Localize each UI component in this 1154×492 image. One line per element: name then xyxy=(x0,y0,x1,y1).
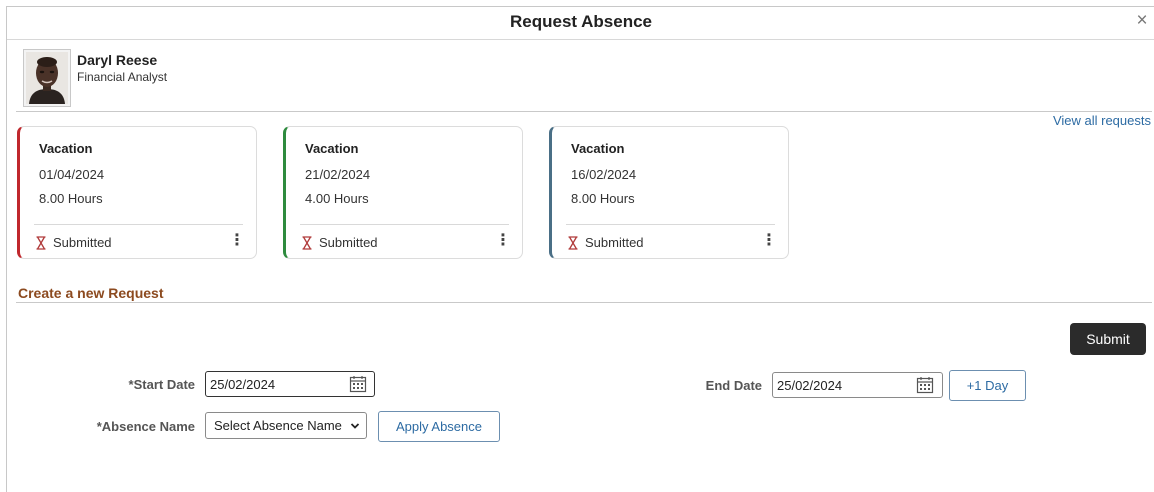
request-type: Vacation xyxy=(571,141,625,156)
calendar-icon[interactable] xyxy=(916,376,934,394)
request-card[interactable]: Vacation 01/04/2024 8.00 Hours Submitted… xyxy=(17,126,257,259)
avatar xyxy=(23,49,71,107)
calendar-icon[interactable] xyxy=(349,375,367,393)
employee-job-title: Financial Analyst xyxy=(77,70,168,84)
apply-absence-button[interactable]: Apply Absence xyxy=(378,411,500,442)
more-options-icon[interactable]: ⋮ xyxy=(495,233,511,251)
request-card[interactable]: Vacation 21/02/2024 4.00 Hours Submitted… xyxy=(283,126,523,259)
close-icon[interactable]: × xyxy=(1133,11,1151,31)
request-hours: 8.00 Hours xyxy=(571,191,635,206)
card-divider xyxy=(300,224,509,225)
request-hours: 4.00 Hours xyxy=(305,191,369,206)
submit-button[interactable]: Submit xyxy=(1070,323,1146,355)
chevron-down-icon xyxy=(350,421,360,431)
divider xyxy=(16,111,1152,112)
request-date: 16/02/2024 xyxy=(571,167,637,182)
request-hours: 8.00 Hours xyxy=(39,191,103,206)
divider xyxy=(16,302,1152,303)
request-absence-dialog: Request Absence × Daryl Reese Financial … xyxy=(6,6,1154,492)
request-status: Submitted xyxy=(53,235,112,250)
plus-one-day-button[interactable]: +1 Day xyxy=(949,370,1026,401)
request-status: Submitted xyxy=(319,235,378,250)
request-type: Vacation xyxy=(305,141,359,156)
more-options-icon[interactable]: ⋮ xyxy=(761,233,777,251)
request-card[interactable]: Vacation 16/02/2024 8.00 Hours Submitted… xyxy=(549,126,789,259)
hourglass-icon xyxy=(567,236,579,250)
hourglass-icon xyxy=(301,236,313,250)
absence-name-label: *Absence Name xyxy=(96,419,195,434)
dialog-header: Request Absence × xyxy=(7,7,1154,40)
card-divider xyxy=(566,224,775,225)
request-status: Submitted xyxy=(585,235,644,250)
request-date: 01/04/2024 xyxy=(39,167,105,182)
more-options-icon[interactable]: ⋮ xyxy=(229,233,245,251)
request-type: Vacation xyxy=(39,141,93,156)
section-title-new-request: Create a new Request xyxy=(18,285,164,301)
card-divider xyxy=(34,224,243,225)
request-date: 21/02/2024 xyxy=(305,167,371,182)
absence-name-selected: Select Absence Name xyxy=(214,418,342,433)
end-date-label: End Date xyxy=(705,378,762,393)
dialog-title: Request Absence xyxy=(509,12,653,31)
view-all-requests-link[interactable]: View all requests xyxy=(1053,113,1151,128)
start-date-label: *Start Date xyxy=(128,377,195,392)
absence-name-select[interactable]: Select Absence Name xyxy=(205,412,367,439)
hourglass-icon xyxy=(35,236,47,250)
employee-name: Daryl Reese xyxy=(77,52,158,68)
employee-photo-icon xyxy=(26,52,68,104)
